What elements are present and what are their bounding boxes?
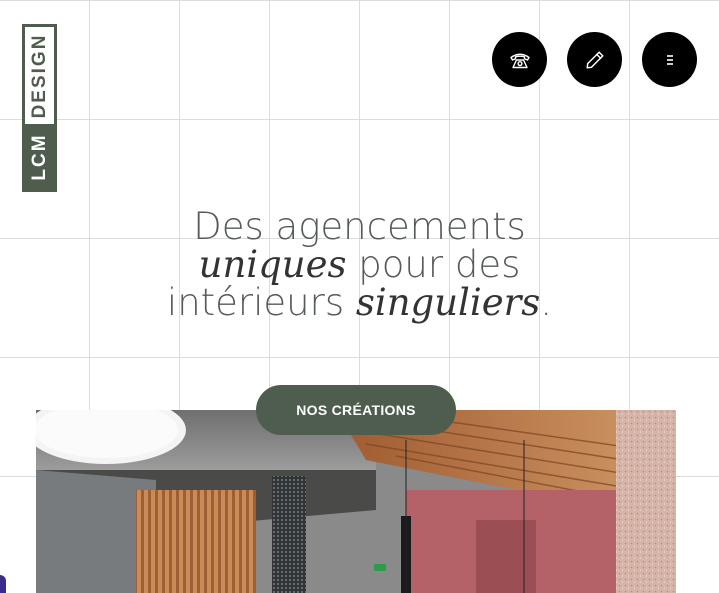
logo-lcm-text: LCM [28,132,50,181]
hero-interior-photo [36,410,676,593]
hero-line-3-start: intérieurs [166,281,356,324]
hero-line-3-end: . [540,281,553,324]
edit-button[interactable] [567,32,622,87]
hero-headline: Des agencements uniques pour des intérie… [0,208,719,322]
hero-emphasis-singuliers: singuliers [355,281,541,324]
hero-emphasis-uniques: uniques [198,243,347,286]
hero-line-2: uniques pour des [0,246,719,284]
logo-lcm-block: LCM [25,124,54,189]
phone-button[interactable] [492,32,547,87]
logo-design-text: DESIGN [28,33,50,118]
logo[interactable]: DESIGN LCM [22,24,57,192]
hero-line-1: Des agencements [193,205,526,248]
phone-icon [509,53,530,68]
menu-icon [666,54,673,65]
hero-line-2-rest: pour des [346,243,521,286]
menu-button[interactable] [642,32,697,87]
edge-accent [0,575,6,593]
logo-design-block: DESIGN [25,27,54,124]
nos-creations-button[interactable]: NOS CRÉATIONS [256,385,456,435]
hero-line-3: intérieurs singuliers. [0,284,719,322]
pencil-icon [585,50,604,69]
